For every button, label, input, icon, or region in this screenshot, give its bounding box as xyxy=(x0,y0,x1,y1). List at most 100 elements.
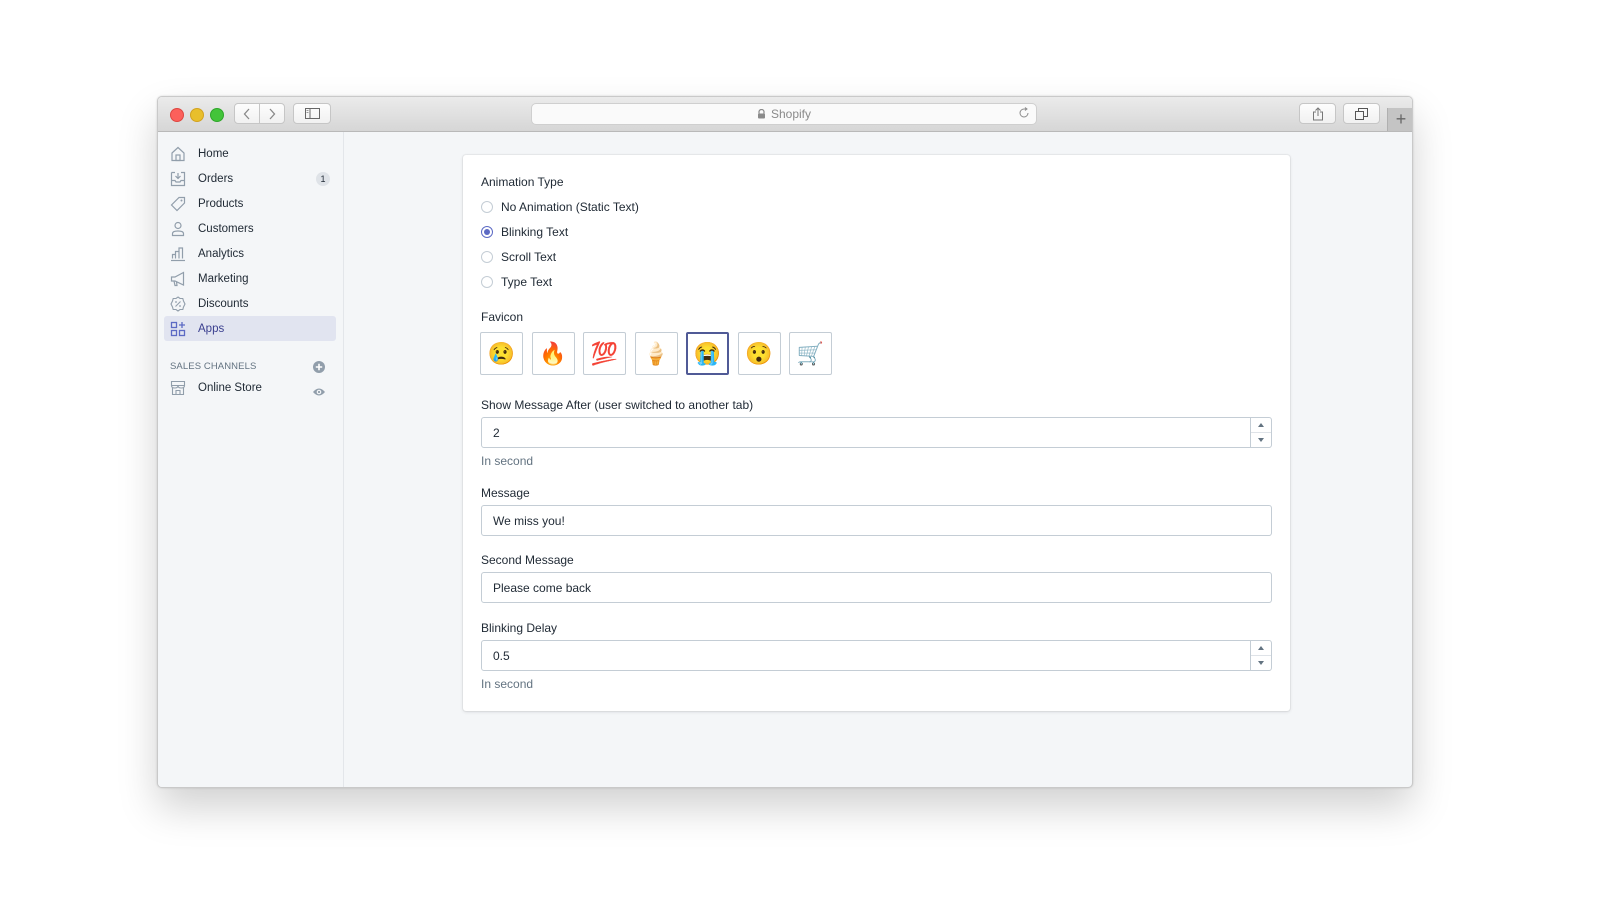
animation-type-label: Animation Type xyxy=(481,175,564,189)
favicon-label: Favicon xyxy=(481,310,524,324)
radio-label: Scroll Text xyxy=(501,250,557,264)
hundred-points-icon: 💯 xyxy=(590,340,619,366)
sidebar-item-products[interactable]: Products xyxy=(164,191,336,216)
sidebar-item-customers[interactable]: Customers xyxy=(164,216,336,241)
back-button[interactable] xyxy=(234,103,260,124)
increment-button[interactable] xyxy=(1251,641,1271,656)
sidebar-item-label: Analytics xyxy=(198,247,245,260)
sidebar-item-label: Marketing xyxy=(198,272,249,285)
blinking-delay-label: Blinking Delay xyxy=(481,621,558,635)
sidebar-item-marketing[interactable]: Marketing xyxy=(164,266,336,291)
radio-scroll-text[interactable]: Scroll Text xyxy=(481,250,556,264)
plus-icon: + xyxy=(1395,109,1407,129)
decrement-button[interactable] xyxy=(1251,656,1271,670)
browser-window: Shopify + Home Orders 1 Products Custome… xyxy=(157,96,1413,788)
home-icon xyxy=(169,145,187,163)
favicon-picker: 😢 🔥 💯 🍦 😭 😯 🛒 xyxy=(480,332,841,375)
favicon-option-hushed-face[interactable]: 😯 xyxy=(737,332,781,375)
settings-card: Animation Type No Animation (Static Text… xyxy=(463,155,1290,711)
maximize-window-button[interactable] xyxy=(210,108,224,122)
show-after-stepper[interactable] xyxy=(1250,418,1271,447)
loudly-crying-face-icon: 😭 xyxy=(693,340,722,366)
fire-icon: 🔥 xyxy=(539,340,567,366)
share-icon xyxy=(1312,106,1323,120)
radio-label: Type Text xyxy=(501,275,553,289)
sidebar: Home Orders 1 Products Customers Analyti… xyxy=(158,132,344,787)
bar-chart-icon xyxy=(169,245,187,263)
megaphone-icon xyxy=(169,270,187,288)
radio-button[interactable] xyxy=(481,201,493,213)
chevron-left-icon xyxy=(243,108,250,119)
close-window-button[interactable] xyxy=(170,108,184,122)
lock-icon xyxy=(757,109,766,119)
apps-icon xyxy=(169,320,187,338)
favicon-option-hundred-points[interactable]: 💯 xyxy=(583,332,626,375)
radio-button-checked[interactable] xyxy=(481,226,493,238)
favicon-option-soft-ice-cream[interactable]: 🍦 xyxy=(634,332,678,375)
reload-icon[interactable] xyxy=(1018,107,1030,119)
sidebar-item-label: Online Store xyxy=(198,381,262,394)
radio-type-text[interactable]: Type Text xyxy=(481,275,552,289)
tabs-icon xyxy=(1355,107,1368,120)
address-bar[interactable]: Shopify xyxy=(531,103,1037,125)
ice-cream-icon: 🍦 xyxy=(642,340,670,366)
minimize-window-button[interactable] xyxy=(190,108,204,122)
person-icon xyxy=(169,220,187,238)
chevron-right-icon xyxy=(269,108,276,119)
new-tab-button[interactable]: + xyxy=(1387,108,1412,131)
message-value: We miss you! xyxy=(493,513,565,528)
sidebar-item-label: Home xyxy=(198,147,229,160)
orders-count-badge: 1 xyxy=(316,172,330,186)
share-button[interactable] xyxy=(1299,103,1336,124)
discount-icon xyxy=(169,295,187,313)
forward-button[interactable] xyxy=(259,103,285,124)
tag-icon xyxy=(169,195,187,213)
radio-button[interactable] xyxy=(481,251,493,263)
decrement-button[interactable] xyxy=(1251,433,1271,447)
increment-button[interactable] xyxy=(1251,418,1271,433)
show-after-label: Show Message After (user switched to ano… xyxy=(481,398,754,412)
sidebar-item-apps[interactable]: Apps xyxy=(164,316,336,341)
sidebar-item-online-store[interactable]: Online Store xyxy=(164,375,336,400)
blinking-delay-input[interactable]: 0.5 xyxy=(481,640,1272,671)
caret-up-icon xyxy=(1258,423,1264,427)
favicon-option-shopping-cart[interactable]: 🛒 xyxy=(789,332,832,375)
store-icon xyxy=(169,379,187,397)
second-message-input[interactable]: Please come back xyxy=(481,572,1272,603)
hushed-face-icon: 😯 xyxy=(745,340,773,366)
sidebar-item-orders[interactable]: Orders 1 xyxy=(164,166,336,191)
add-sales-channel-button[interactable] xyxy=(312,360,326,374)
show-after-help: In second xyxy=(481,454,534,468)
second-message-label: Second Message xyxy=(481,553,574,567)
blinking-delay-value: 0.5 xyxy=(493,648,510,663)
favicon-option-crying-face[interactable]: 😢 xyxy=(480,332,523,375)
message-input[interactable]: We miss you! xyxy=(481,505,1272,536)
blinking-delay-help: In second xyxy=(481,677,534,691)
radio-label: No Animation (Static Text) xyxy=(501,200,639,214)
sales-channels-header: SALES CHANNELS xyxy=(170,361,257,372)
sidebar-item-analytics[interactable]: Analytics xyxy=(164,241,336,266)
sidebar-item-label: Discounts xyxy=(198,297,249,310)
show-tabs-button[interactable] xyxy=(1343,103,1380,124)
show-after-input[interactable]: 2 xyxy=(481,417,1272,448)
sidebar-item-home[interactable]: Home xyxy=(164,141,336,166)
browser-titlebar: Shopify + xyxy=(158,97,1412,132)
favicon-option-fire[interactable]: 🔥 xyxy=(531,332,575,375)
address-text: Shopify xyxy=(770,107,812,121)
blinking-delay-stepper[interactable] xyxy=(1250,641,1271,670)
radio-no-animation[interactable]: No Animation (Static Text) xyxy=(481,200,639,214)
caret-down-icon xyxy=(1258,438,1264,442)
plus-circle-icon xyxy=(313,361,325,373)
sidebar-item-label: Apps xyxy=(198,322,225,335)
view-online-store-button[interactable] xyxy=(312,385,326,399)
shopping-cart-icon: 🛒 xyxy=(796,340,825,366)
second-message-value: Please come back xyxy=(493,580,592,595)
radio-button[interactable] xyxy=(481,276,493,288)
orders-icon xyxy=(169,170,187,188)
sidebar-toggle-button[interactable] xyxy=(293,103,331,124)
show-after-value: 2 xyxy=(493,425,500,440)
radio-label: Blinking Text xyxy=(501,225,569,239)
sidebar-item-discounts[interactable]: Discounts xyxy=(164,291,336,316)
favicon-option-loudly-crying-face[interactable]: 😭 xyxy=(686,332,729,375)
radio-blinking-text[interactable]: Blinking Text xyxy=(481,225,568,239)
